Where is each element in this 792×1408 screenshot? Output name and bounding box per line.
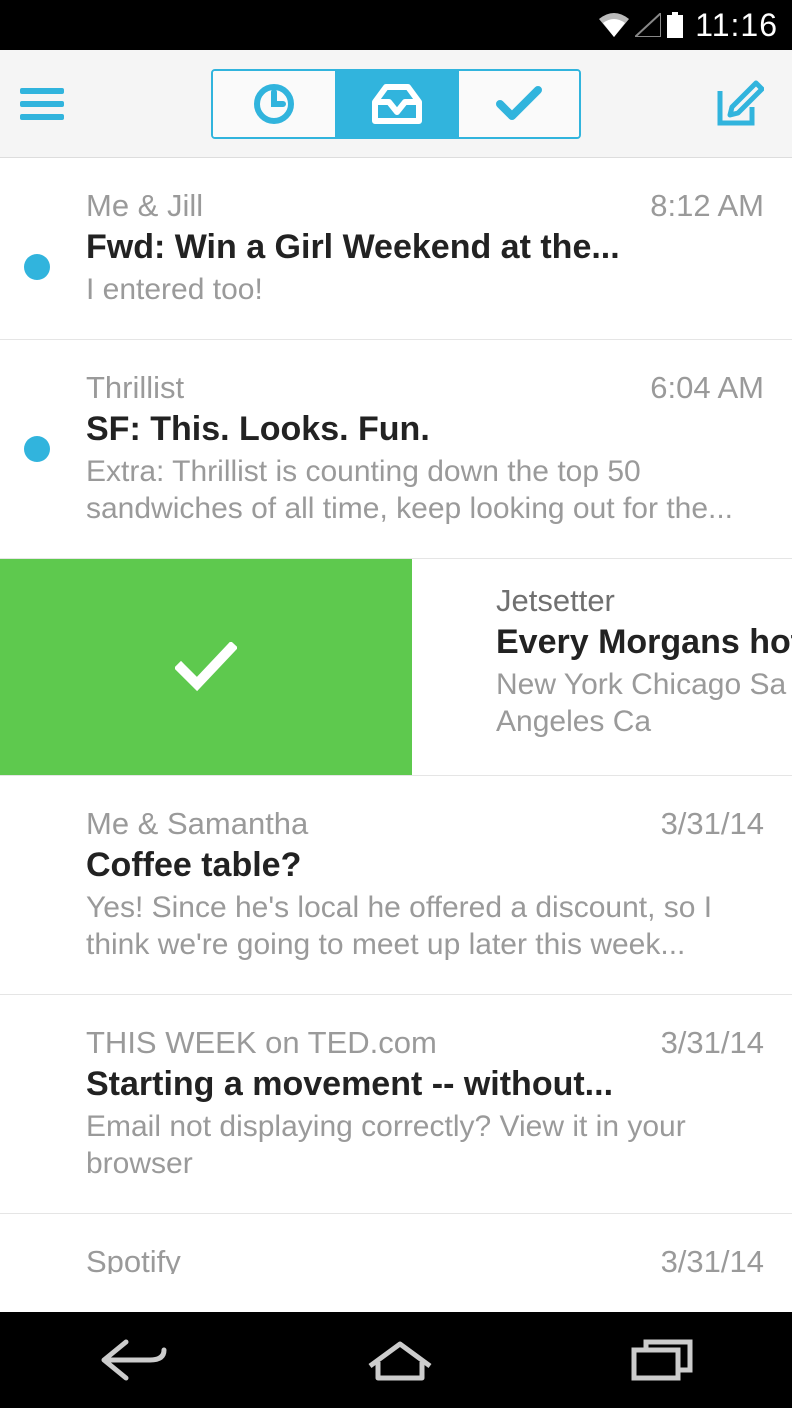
tab-done[interactable] — [457, 71, 579, 137]
compose-button[interactable] — [714, 79, 764, 129]
compose-icon — [714, 79, 764, 129]
email-from: Spotify — [86, 1244, 181, 1274]
inbox-icon — [372, 84, 422, 124]
android-status-bar: 11:16 — [0, 0, 792, 50]
email-content: Jetsetter Every Morgans hot New York Chi… — [412, 559, 792, 775]
email-from: Jetsetter — [496, 583, 792, 619]
email-preview: New York Chicago Sa Paris Los Angeles Ca — [496, 666, 792, 741]
check-icon — [175, 642, 237, 692]
cell-signal-icon — [635, 13, 661, 37]
email-time: 8:12 AM — [650, 188, 764, 224]
email-row[interactable]: THIS WEEK on TED.com 3/31/14 Starting a … — [0, 995, 792, 1214]
email-from: Me & Jill — [86, 188, 203, 224]
email-row[interactable]: Me & Jill 8:12 AM Fwd: Win a Girl Weeken… — [0, 158, 792, 340]
tab-later[interactable] — [213, 71, 335, 137]
android-nav-bar — [0, 1312, 792, 1408]
unread-indicator — [24, 254, 50, 280]
email-preview: I entered too! — [86, 271, 764, 309]
menu-icon[interactable] — [20, 88, 64, 120]
email-subject: Starting a movement -- without... — [86, 1065, 764, 1104]
email-time: 3/31/14 — [661, 1025, 764, 1061]
archive-swipe-action[interactable] — [0, 559, 412, 775]
check-icon — [496, 86, 542, 122]
tab-inbox[interactable] — [335, 71, 457, 137]
email-subject: Every Morgans hot — [496, 623, 792, 662]
email-row[interactable]: Me & Samantha 3/31/14 Coffee table? Yes!… — [0, 776, 792, 995]
wifi-icon — [599, 13, 629, 37]
email-from: THIS WEEK on TED.com — [86, 1025, 437, 1061]
email-from: Thrillist — [86, 370, 184, 406]
email-list[interactable]: Me & Jill 8:12 AM Fwd: Win a Girl Weeken… — [0, 158, 792, 1312]
view-segmented-control — [211, 69, 581, 139]
recents-button[interactable] — [630, 1338, 694, 1382]
email-time: 3/31/14 — [661, 1244, 764, 1274]
unread-indicator — [24, 436, 50, 462]
email-subject: Fwd: Win a Girl Weekend at the... — [86, 228, 764, 267]
email-preview: Yes! Since he's local he offered a disco… — [86, 889, 764, 964]
email-row-swiped[interactable]: Jetsetter Every Morgans hot New York Chi… — [0, 559, 792, 776]
email-row[interactable]: Thrillist 6:04 AM SF: This. Looks. Fun. … — [0, 340, 792, 559]
email-time: 3/31/14 — [661, 806, 764, 842]
email-preview: Extra: Thrillist is counting down the to… — [86, 453, 764, 528]
home-button[interactable] — [366, 1338, 434, 1382]
back-button[interactable] — [98, 1338, 170, 1382]
email-from: Me & Samantha — [86, 806, 308, 842]
status-time: 11:16 — [695, 7, 778, 44]
email-time: 6:04 AM — [650, 370, 764, 406]
clock-icon — [253, 83, 295, 125]
email-preview: Email not displaying correctly? View it … — [86, 1108, 764, 1183]
email-subject: Coffee table? — [86, 846, 764, 885]
email-subject: SF: This. Looks. Fun. — [86, 410, 764, 449]
app-toolbar — [0, 50, 792, 158]
battery-icon — [667, 12, 683, 38]
email-row[interactable]: Spotify 3/31/14 — [0, 1214, 792, 1274]
